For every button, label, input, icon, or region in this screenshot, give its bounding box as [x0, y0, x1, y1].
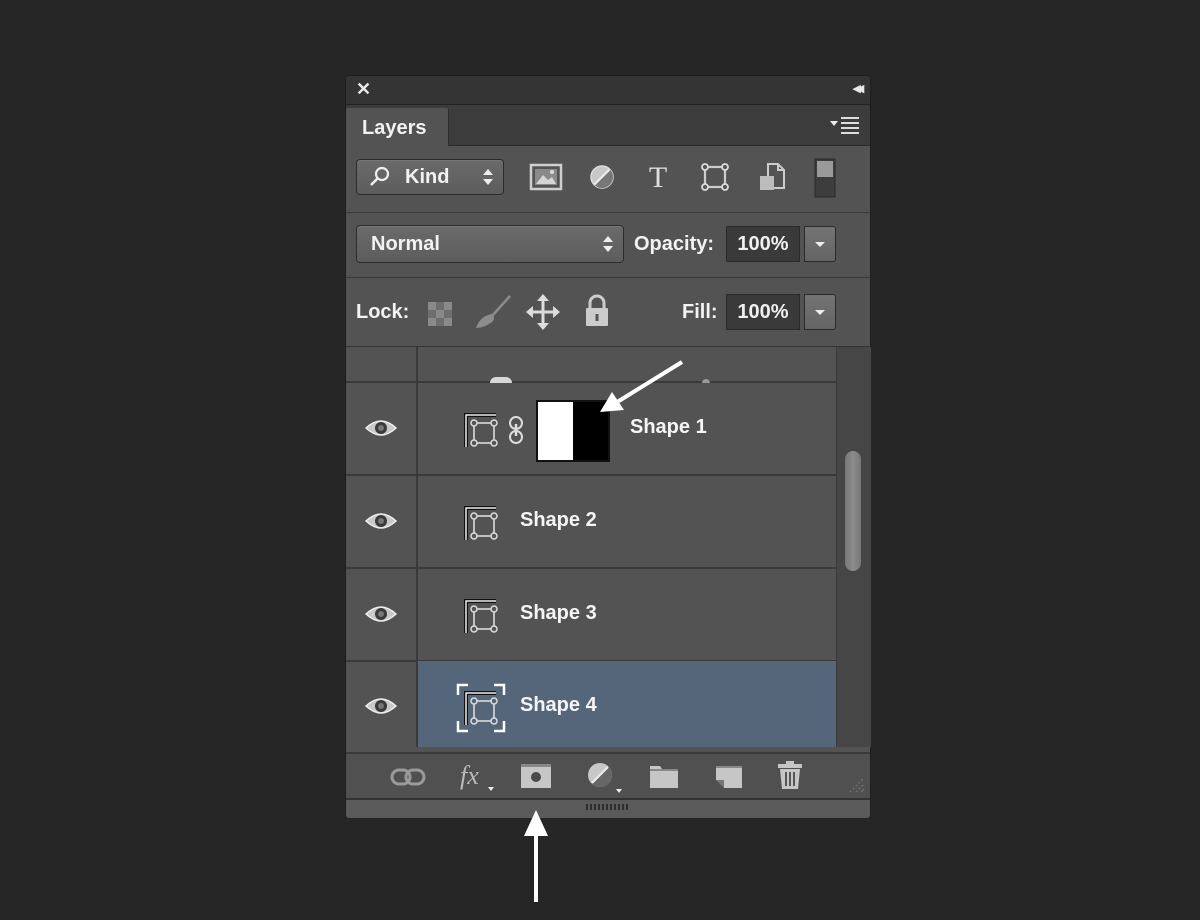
- adjustment-layer-filter-icon[interactable]: [584, 160, 620, 194]
- panel-menu-icon[interactable]: [830, 115, 862, 135]
- eye-icon: [364, 698, 398, 714]
- up-down-arrows-icon: [483, 169, 493, 185]
- lock-position-icon[interactable]: [526, 294, 560, 330]
- shape-layer-thumbnail-icon: [464, 599, 498, 633]
- opacity-label: Opacity:: [634, 233, 715, 255]
- svg-text:fx: fx: [460, 761, 479, 790]
- annotation-arrow-to-mask-button: [524, 810, 548, 902]
- lock-all-icon[interactable]: [584, 294, 610, 328]
- fill-input[interactable]: 100%: [726, 294, 800, 330]
- lock-label: Lock:: [356, 301, 410, 323]
- tab-layers[interactable]: Layers: [346, 108, 449, 146]
- eye-icon: [364, 420, 398, 436]
- layer-content: Shape 3: [418, 569, 836, 660]
- up-down-arrows-icon: [603, 236, 613, 252]
- fill-label: Fill:: [682, 301, 718, 323]
- layer-row[interactable]: Shape 1: [346, 383, 836, 476]
- layers-scrollbar[interactable]: [836, 347, 871, 747]
- layer-row-selected[interactable]: Shape 4: [346, 661, 836, 747]
- layer-mask-thumbnail[interactable]: [536, 400, 610, 462]
- blend-mode-label: Normal: [371, 233, 440, 255]
- opacity-input[interactable]: 100%: [726, 226, 800, 262]
- fill-dropdown-button[interactable]: [804, 294, 836, 330]
- layer-name: Shape 4: [520, 694, 597, 716]
- double-chevron-left-icon[interactable]: ◂◂: [853, 80, 864, 98]
- layer-row[interactable]: Shape 3: [346, 569, 836, 662]
- svg-text:T: T: [649, 161, 667, 194]
- delete-layer-trash-icon[interactable]: [776, 760, 804, 790]
- panel-resize-strip[interactable]: [346, 798, 870, 818]
- search-icon: [370, 166, 390, 186]
- visibility-toggle[interactable]: [346, 383, 418, 474]
- new-adjustment-layer-icon[interactable]: [584, 760, 626, 794]
- new-layer-icon[interactable]: [714, 762, 744, 790]
- layers-bottom-toolbar: fx: [346, 752, 870, 800]
- layer-content: [418, 347, 836, 383]
- blend-mode-select[interactable]: Normal: [356, 225, 624, 263]
- eye-icon: [364, 606, 398, 622]
- eye-cell: [346, 347, 418, 381]
- lock-image-pixels-icon[interactable]: [472, 294, 512, 332]
- new-group-folder-icon[interactable]: [648, 762, 680, 790]
- opacity-dropdown-button[interactable]: [804, 226, 836, 262]
- shape-layer-thumbnail-icon: [456, 683, 506, 733]
- layer-name: Shape 1: [630, 416, 707, 438]
- visibility-toggle[interactable]: [346, 661, 418, 747]
- layers-panel: ✕ ◂◂ Layers Kind T Normal Opacity: 100% …: [346, 76, 871, 818]
- shape-layer-thumbnail-icon: [464, 413, 498, 447]
- mask-link-icon[interactable]: [508, 415, 524, 445]
- filter-toggle-switch[interactable]: [812, 158, 838, 198]
- layer-name: Shape 3: [520, 602, 597, 624]
- add-layer-mask-icon[interactable]: [520, 762, 552, 790]
- pixel-layer-filter-icon[interactable]: [528, 160, 564, 194]
- blend-row: Normal Opacity: 100%: [346, 213, 870, 278]
- layer-style-fx-icon[interactable]: fx: [458, 760, 498, 792]
- layer-content: Shape 4: [418, 661, 836, 747]
- resize-grip-handle[interactable]: [586, 804, 630, 810]
- filter-row: Kind T: [346, 146, 870, 213]
- filter-kind-label: Kind: [405, 166, 450, 188]
- shape-layer-filter-icon[interactable]: [697, 160, 733, 194]
- shape-layer-thumbnail-icon: [464, 506, 498, 540]
- layer-row-partial[interactable]: [346, 347, 836, 383]
- visibility-toggle[interactable]: [346, 476, 418, 567]
- panel-titlebar[interactable]: ✕ ◂◂: [346, 76, 870, 105]
- resize-grip-icon[interactable]: [846, 774, 866, 794]
- link-layers-icon[interactable]: [390, 767, 426, 787]
- tab-layers-label: Layers: [362, 117, 427, 139]
- visibility-toggle[interactable]: [346, 569, 418, 660]
- layer-content: Shape 2: [418, 476, 836, 567]
- smart-object-filter-icon[interactable]: [754, 160, 790, 194]
- lock-transparent-pixels-icon[interactable]: [426, 300, 454, 328]
- layer-content: Shape 1: [418, 383, 836, 474]
- layer-name: Shape 2: [520, 509, 597, 531]
- type-layer-filter-icon[interactable]: T: [640, 160, 676, 194]
- lock-row: Lock: Fill: 100%: [346, 278, 870, 347]
- tab-bar: Layers: [346, 105, 870, 146]
- layer-row[interactable]: Shape 2: [346, 476, 836, 569]
- close-icon[interactable]: ✕: [356, 80, 371, 98]
- filter-kind-select[interactable]: Kind: [356, 159, 504, 195]
- eye-icon: [364, 513, 398, 529]
- scrollbar-thumb[interactable]: [845, 451, 861, 571]
- layers-list: Shape 1 Shape 2 Shape 3 Shape 4: [346, 347, 836, 747]
